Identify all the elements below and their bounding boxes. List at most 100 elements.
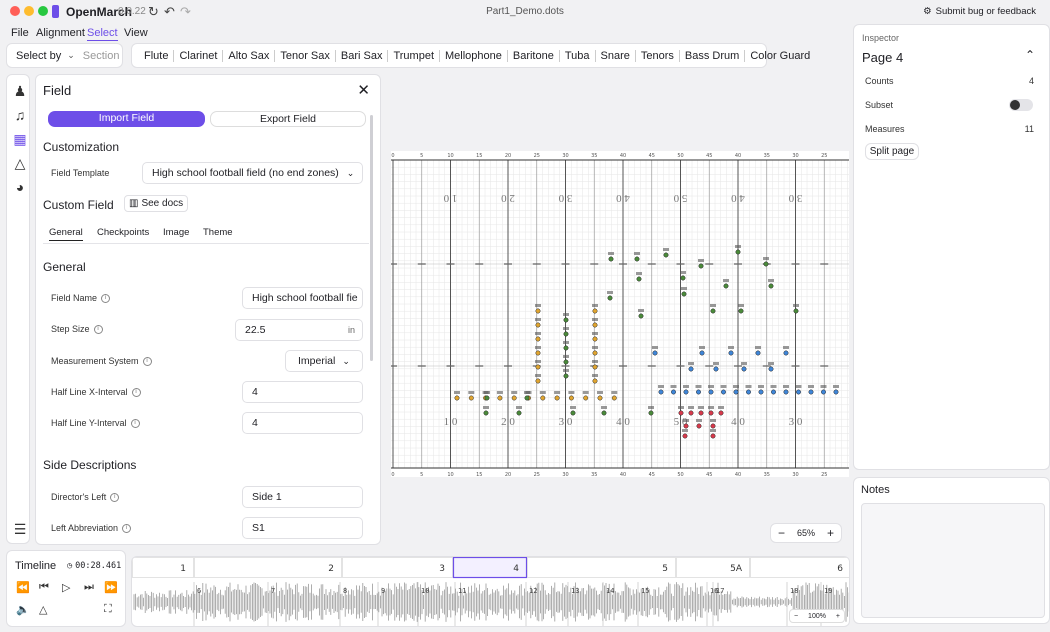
performer-label: [563, 355, 569, 358]
next-page-icon[interactable]: ⏭: [84, 581, 94, 594]
speaker-icon[interactable]: 🔈: [16, 603, 30, 616]
audio-waveform: [133, 582, 849, 622]
info-icon[interactable]: i: [93, 324, 103, 334]
menu-select[interactable]: Select: [87, 27, 118, 41]
see-docs-button[interactable]: ▥ See docs: [124, 195, 189, 212]
audio-zoom-control: − 100% +: [789, 609, 845, 623]
performer-dot: [540, 395, 546, 401]
panel-scrollbar[interactable]: [370, 115, 373, 361]
tab-general[interactable]: General: [49, 227, 83, 241]
close-icon[interactable]: ✕: [357, 81, 370, 99]
tab-theme[interactable]: Theme: [203, 227, 233, 238]
music-icon[interactable]: ♫: [12, 107, 28, 123]
performer-label: [568, 391, 575, 394]
settings-sliders-icon[interactable]: ☰: [12, 521, 28, 538]
info-icon[interactable]: i: [110, 492, 120, 502]
menu-alignment[interactable]: Alignment: [36, 27, 85, 39]
chevron-up-icon[interactable]: ⌃: [1025, 48, 1035, 62]
audio-zoom-in-button[interactable]: +: [836, 613, 840, 620]
half-line-y-input[interactable]: 4: [242, 412, 363, 434]
field-name-input[interactable]: High school football fie: [242, 287, 363, 309]
performer-label: [783, 385, 789, 388]
notes-textarea[interactable]: [861, 503, 1045, 618]
section-button[interactable]: Bass Drum: [680, 49, 746, 62]
performer-dot: [563, 359, 569, 365]
section-button[interactable]: Clarinet: [174, 49, 224, 62]
bug-report-link[interactable]: ⚙ Submit bug or feedback: [923, 6, 1036, 17]
metronome-icon[interactable]: △: [12, 155, 28, 172]
ruler-tick-label: 30: [562, 153, 568, 159]
performer-label: [678, 406, 684, 409]
section-button[interactable]: Trumpet: [388, 49, 440, 62]
select-by-dropdown[interactable]: Select by ⌄ Section: [6, 43, 123, 68]
performer-dot: [592, 350, 598, 356]
half-line-x-input[interactable]: 4: [242, 381, 363, 403]
timeline[interactable]: 1 2 3 4 5 5A 6 6 7 8 9 10 11 12 13 14 15 16 17 18 19 − 100%…: [131, 556, 850, 627]
rewind-icon[interactable]: ⏪: [16, 581, 30, 594]
section-button[interactable]: Color Guard: [745, 50, 815, 62]
performer-label: [723, 279, 729, 282]
field-template-select[interactable]: High school football field (no end zones…: [142, 162, 363, 184]
section-button[interactable]: Baritone: [508, 49, 560, 62]
subset-toggle[interactable]: [1009, 99, 1033, 111]
field-svg[interactable]: 0 5 10 15 20 25 30 35 40 45 50 45 40 35 30 25 0 5 10 15 20 2…: [391, 151, 849, 477]
section-button[interactable]: Flute: [139, 49, 175, 62]
section-button[interactable]: Mellophone: [440, 49, 508, 62]
directors-left-input[interactable]: Side 1: [242, 486, 363, 508]
section-button[interactable]: Alto Sax: [223, 49, 276, 62]
ruler-tick-label: 45: [706, 153, 712, 159]
performers-icon[interactable]: ♟: [12, 83, 28, 100]
timeline-svg[interactable]: 1 2 3 4 5 5A 6 6 7 8 9 10 11 12 13 14 15 1617 18 19: [132, 557, 850, 627]
play-icon[interactable]: ▷: [62, 581, 70, 594]
field-icon[interactable]: ▦: [12, 131, 28, 148]
zoom-out-button[interactable]: −: [778, 526, 785, 540]
performer-dot: [718, 410, 724, 416]
performer-dot: [648, 410, 654, 416]
section-button[interactable]: Tuba: [560, 49, 596, 62]
performer-label: [699, 346, 705, 349]
zoom-in-button[interactable]: +: [827, 526, 834, 540]
performer-dot: [658, 389, 664, 395]
step-size-label: Step Size i: [51, 324, 103, 334]
previous-page-icon[interactable]: ⏮: [39, 581, 49, 594]
performer-label: [763, 257, 769, 260]
ruler-tick-label: 30: [792, 153, 798, 159]
menu-view[interactable]: View: [124, 27, 148, 39]
section-button[interactable]: Tenor Sax: [275, 49, 336, 62]
performer-dot: [708, 389, 714, 395]
tab-image[interactable]: Image: [163, 227, 189, 238]
half-y-label-text: Half Line Y-Interval: [51, 418, 127, 428]
export-field-button[interactable]: Export Field: [210, 111, 366, 127]
section-button[interactable]: Bari Sax: [336, 49, 389, 62]
info-icon[interactable]: i: [122, 523, 132, 533]
yard-number: 4 0: [616, 416, 630, 428]
info-icon[interactable]: i: [142, 356, 152, 366]
step-size-input[interactable]: 22.5 in: [235, 319, 363, 341]
performer-label: [652, 346, 658, 349]
performer-dot: [597, 395, 603, 401]
performer-label: [698, 406, 704, 409]
field-canvas[interactable]: 0 5 10 15 20 25 30 35 40 45 50 45 40 35 30 25 0 5 10 15 20 2…: [391, 151, 849, 477]
menu-file[interactable]: File: [11, 27, 29, 39]
info-icon[interactable]: i: [131, 387, 141, 397]
split-page-button[interactable]: Split page: [865, 143, 919, 160]
metronome-icon[interactable]: △: [39, 603, 47, 616]
info-icon[interactable]: i: [130, 418, 140, 428]
import-field-button[interactable]: Import Field: [48, 111, 205, 127]
audio-zoom-out-button[interactable]: −: [794, 613, 798, 620]
performer-label: [710, 419, 716, 422]
performer-label: [535, 318, 541, 321]
fullscreen-icon[interactable]: ⛶: [104, 603, 112, 616]
performer-label: [680, 271, 686, 274]
timeline-pages[interactable]: 1 2 3 4 5 5A 6: [132, 557, 851, 579]
fast-forward-icon[interactable]: ⏩: [104, 581, 118, 594]
measure-number: 8: [343, 587, 347, 595]
measurement-system-select[interactable]: Imperial ⌄: [285, 350, 363, 372]
left-abbreviation-input[interactable]: S1: [242, 517, 363, 539]
ruler-tick-label: 25: [534, 472, 540, 477]
section-button[interactable]: Tenors: [636, 49, 680, 62]
tab-checkpoints[interactable]: Checkpoints: [97, 227, 149, 238]
palette-icon[interactable]: ◕: [12, 179, 28, 195]
section-button[interactable]: Snare: [596, 49, 636, 62]
info-icon[interactable]: i: [101, 293, 111, 303]
